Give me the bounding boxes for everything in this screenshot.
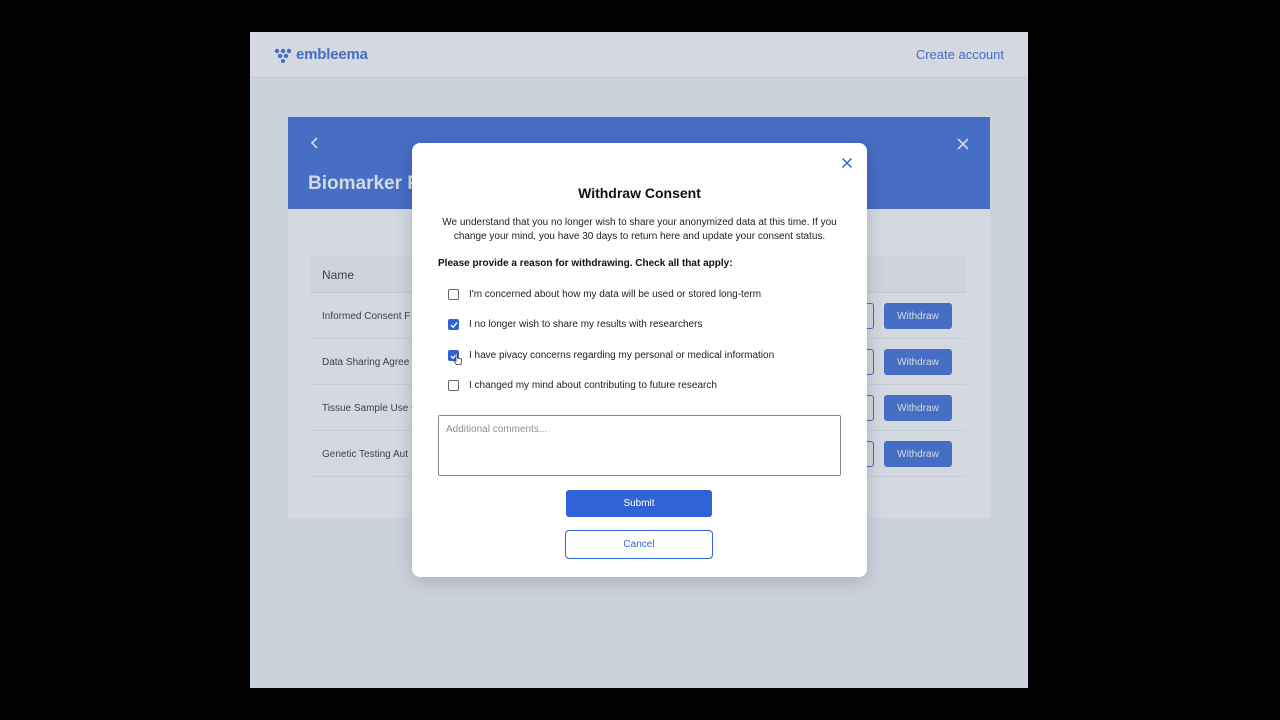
additional-comments-input[interactable] — [438, 415, 841, 476]
option-label: I have pivacy concerns regarding my pers… — [469, 349, 775, 361]
option-label: I no longer wish to share my results wit… — [469, 318, 703, 330]
close-icon[interactable] — [841, 157, 853, 169]
reason-option-no-sharing[interactable]: I no longer wish to share my results wit… — [448, 317, 702, 331]
checkbox-unchecked[interactable] — [448, 288, 459, 300]
checkbox-checked[interactable] — [448, 318, 459, 330]
cancel-button[interactable]: Cancel — [565, 530, 713, 559]
withdraw-consent-dialog: Withdraw Consent We understand that you … — [412, 143, 867, 577]
checkbox-unchecked[interactable] — [448, 379, 459, 391]
checkmark-icon — [450, 321, 458, 328]
reason-option-data-storage[interactable]: I'm concerned about how my data will be … — [448, 287, 761, 301]
option-label: I changed my mind about contributing to … — [469, 379, 717, 391]
submit-button[interactable]: Submit — [566, 490, 712, 517]
pointer-cursor-icon — [453, 352, 463, 365]
reason-option-changed-mind[interactable]: I changed my mind about contributing to … — [448, 378, 717, 392]
dialog-description: We understand that you no longer wish to… — [442, 217, 837, 242]
reason-option-privacy[interactable]: I have pivacy concerns regarding my pers… — [448, 348, 774, 362]
dialog-title: Withdraw Consent — [578, 185, 701, 201]
option-label: I'm concerned about how my data will be … — [469, 288, 762, 300]
reason-prompt: Please provide a reason for withdrawing.… — [438, 258, 733, 269]
